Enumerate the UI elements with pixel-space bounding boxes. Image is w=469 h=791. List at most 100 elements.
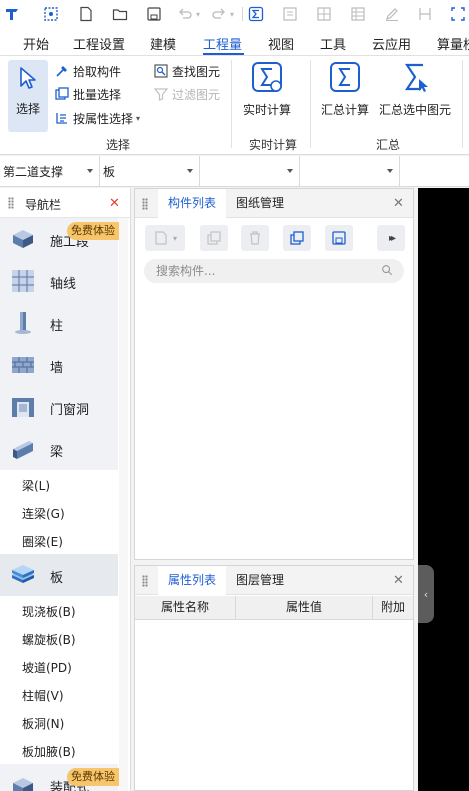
component-list-panel: 构件列表 图纸管理 ✕ ▾ ▸▸: [134, 188, 414, 560]
chevron-left-icon: ‹: [423, 587, 429, 601]
nav-item-spiral-slab[interactable]: 螺旋板(B): [22, 631, 76, 648]
save-icon[interactable]: [144, 4, 164, 24]
chevron-down-icon: [187, 169, 193, 173]
nav-header: 导航栏 ✕: [0, 188, 130, 218]
attribute-select-icon: [56, 113, 67, 124]
trash-icon: [250, 231, 260, 245]
tab-view[interactable]: 视图: [268, 34, 294, 53]
nav-category-axis[interactable]: 轴线: [0, 260, 118, 302]
tab-property-list[interactable]: 属性列表: [158, 566, 227, 596]
tab-drawing-management[interactable]: 图纸管理: [226, 189, 294, 218]
wall-icon: [12, 357, 34, 373]
decoration-icon: [13, 778, 33, 791]
delete-component-button[interactable]: [241, 225, 269, 251]
close-icon[interactable]: ✕: [393, 574, 404, 587]
tab-quantity-check[interactable]: 算量校: [437, 34, 469, 53]
pick-component-button[interactable]: 拾取构件: [54, 61, 121, 81]
split-view-icon[interactable]: [415, 4, 435, 24]
nav-item-ring-beam[interactable]: 圈梁(E): [22, 533, 63, 550]
floor-select[interactable]: 第二道支撑: [0, 156, 100, 187]
sum-quick-icon[interactable]: [246, 4, 266, 24]
filter-element-button[interactable]: 过滤图元: [153, 84, 220, 104]
free-trial-badge[interactable]: 免费体验: [67, 222, 119, 240]
column-header-property-value[interactable]: 属性值: [236, 596, 373, 620]
tab-layer-management[interactable]: 图层管理: [226, 566, 294, 595]
realtime-calc-button[interactable]: 实时计算: [240, 61, 294, 118]
tab-quantities[interactable]: 工程量: [203, 34, 242, 53]
property-panel-tabs: 属性列表 图层管理 ✕: [135, 566, 413, 596]
nav-item-beam[interactable]: 梁(L): [22, 477, 50, 494]
grid-layout-icon[interactable]: [314, 4, 334, 24]
nav-category-column[interactable]: 柱: [0, 302, 118, 344]
duplicate-to-floor-button[interactable]: [283, 225, 311, 251]
column-header-property-name[interactable]: 属性名称: [135, 596, 236, 620]
select-button[interactable]: 选择: [8, 60, 48, 132]
nav-category-door-window[interactable]: 门窗洞: [0, 386, 118, 428]
component-subtype-select[interactable]: [200, 156, 300, 187]
drag-handle-icon[interactable]: [8, 197, 14, 209]
copy-icon: [207, 231, 221, 245]
tab-start[interactable]: 开始: [23, 34, 49, 53]
nav-category-beam[interactable]: 梁: [0, 428, 118, 470]
nav-item-coupling-beam[interactable]: 连梁(G): [22, 505, 65, 522]
undo-icon[interactable]: [175, 4, 195, 24]
undo-dropdown-icon[interactable]: ▾: [193, 4, 203, 24]
nav-item-slab-haunch[interactable]: 板加腋(B): [22, 743, 76, 760]
select-region-icon[interactable]: [41, 4, 61, 24]
component-name-select[interactable]: [300, 156, 400, 187]
filter-icon: [153, 88, 169, 101]
find-element-button[interactable]: 查找图元: [153, 61, 220, 81]
sigma-cursor-icon: [404, 63, 428, 92]
drag-handle-icon[interactable]: [142, 575, 148, 587]
tab-tools[interactable]: 工具: [320, 34, 346, 53]
summary-group-label: 汇总: [376, 138, 401, 152]
redo-icon[interactable]: [209, 4, 229, 24]
ribbon-tab-bar: 开始 工程设置 建模 工程量 视图 工具 云应用 算量校: [0, 29, 469, 56]
close-icon[interactable]: ✕: [393, 197, 404, 210]
drag-handle-icon[interactable]: [142, 198, 148, 210]
save-component-button[interactable]: [325, 225, 353, 251]
select-by-attribute-button[interactable]: 按属性选择 ▾: [54, 108, 140, 128]
tab-component-list[interactable]: 构件列表: [158, 189, 227, 219]
nav-category-slab[interactable]: 板: [0, 554, 118, 596]
chevron-down-icon: [287, 169, 293, 173]
nav-item-slab-hole[interactable]: 板洞(N): [22, 715, 64, 732]
tab-modeling[interactable]: 建模: [150, 34, 176, 53]
drawing-canvas[interactable]: [418, 188, 469, 791]
nav-title: 导航栏: [25, 198, 62, 212]
edit-pen-icon[interactable]: [382, 4, 402, 24]
summary-selected-button[interactable]: 汇总选中图元: [378, 61, 452, 118]
new-component-button[interactable]: ▾: [145, 225, 185, 251]
table-icon[interactable]: [348, 4, 368, 24]
app-logo-icon: [2, 4, 22, 24]
active-tab-underline: [203, 53, 244, 55]
tab-project-settings[interactable]: 工程设置: [73, 34, 125, 53]
nav-item-cast-slab[interactable]: 现浇板(B): [22, 603, 76, 620]
door-window-icon: [12, 398, 34, 417]
nav-category-wall[interactable]: 墙: [0, 344, 118, 386]
batch-select-button[interactable]: 批量选择: [54, 84, 121, 104]
view-report-icon[interactable]: [280, 4, 300, 24]
close-icon[interactable]: ✕: [109, 197, 120, 210]
collapse-panel-button[interactable]: ‹: [418, 565, 434, 623]
tab-cloud-apps[interactable]: 云应用: [372, 34, 411, 53]
sigma-icon: [330, 62, 360, 92]
realtime-calc-icon: [252, 62, 282, 92]
component-search-input[interactable]: [144, 259, 404, 283]
redo-dropdown-icon[interactable]: ▾: [227, 4, 237, 24]
layers-copy-icon: [290, 231, 304, 245]
new-file-icon[interactable]: [76, 4, 96, 24]
search-icon[interactable]: [381, 264, 393, 279]
free-trial-badge[interactable]: 免费体验: [67, 768, 119, 786]
more-actions-button[interactable]: ▸▸: [377, 225, 405, 251]
component-type-select[interactable]: 板: [100, 156, 200, 187]
nav-item-ramp[interactable]: 坡道(PD): [22, 659, 72, 676]
screen-capture-icon[interactable]: [448, 4, 468, 24]
column-header-extra[interactable]: 附加: [373, 596, 413, 620]
summary-calc-button[interactable]: 汇总计算: [318, 61, 372, 118]
nav-scrollbar[interactable]: [119, 218, 128, 791]
selector-bar: 第二道支撑 板: [0, 156, 469, 187]
nav-item-column-cap[interactable]: 柱帽(V): [22, 687, 64, 704]
open-folder-icon[interactable]: [110, 4, 130, 24]
copy-component-button[interactable]: [200, 225, 228, 251]
